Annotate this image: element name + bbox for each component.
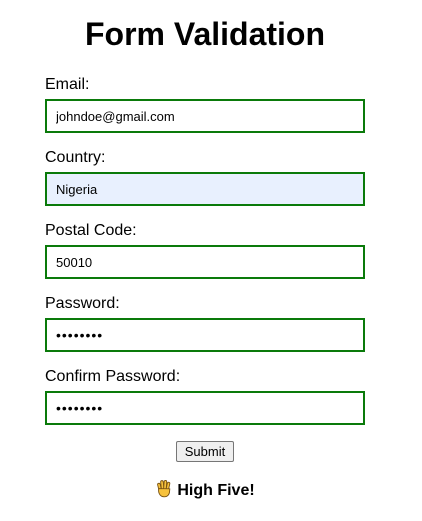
validation-result: High Five!: [0, 479, 410, 505]
email-field[interactable]: [45, 99, 365, 133]
confirm-password-label: Confirm Password:: [45, 368, 181, 385]
page-title: Form Validation: [84, 16, 326, 52]
waving-hand-icon: [155, 479, 173, 505]
postal-code-label: Postal Code:: [45, 222, 137, 239]
password-label: Password:: [45, 295, 120, 312]
email-label: Email:: [45, 76, 90, 93]
confirm-password-field[interactable]: [45, 391, 365, 425]
password-field[interactable]: [45, 318, 365, 352]
country-label: Country:: [45, 149, 106, 166]
result-text: High Five!: [177, 482, 255, 499]
country-field[interactable]: [45, 172, 365, 206]
submit-button[interactable]: Submit: [176, 441, 234, 462]
postal-code-field[interactable]: [45, 245, 365, 279]
